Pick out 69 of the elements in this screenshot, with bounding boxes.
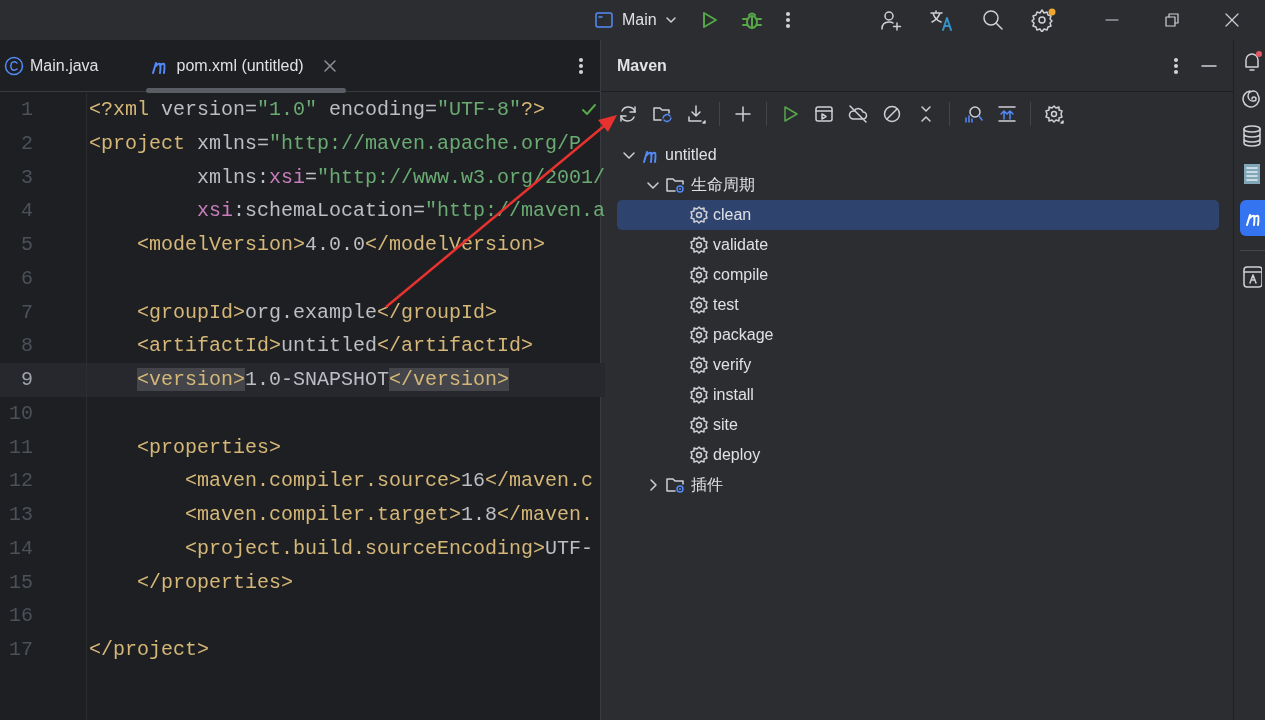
code-line: <project xmlns="http://maven.apache.org/P: [89, 130, 582, 157]
gear-icon: [689, 295, 709, 315]
line-number: 9: [20, 367, 33, 393]
chevron-down-icon: [664, 14, 677, 26]
folder-gear-icon: [665, 475, 687, 495]
gear-icon: [689, 205, 709, 225]
binary-icon[interactable]: [1242, 162, 1262, 186]
code-line: <maven.compiler.target>1.8</maven.: [184, 502, 594, 528]
code-line: <properties>: [136, 434, 282, 461]
close-icon[interactable]: [323, 59, 336, 72]
show-dependencies-icon[interactable]: [997, 104, 1017, 124]
tree-item[interactable]: deploy: [617, 440, 1219, 470]
offline-icon[interactable]: [848, 104, 868, 124]
tree-item[interactable]: package: [617, 320, 1219, 350]
window-icon: [594, 10, 614, 30]
tree-item[interactable]: clean: [617, 200, 1219, 230]
tree-item[interactable]: validate: [617, 230, 1219, 260]
analyze-icon[interactable]: [963, 104, 983, 124]
refresh-icon[interactable]: [618, 104, 638, 124]
tree-item[interactable]: test: [617, 290, 1219, 320]
folder-gear-icon: [665, 175, 687, 195]
more-icon[interactable]: [784, 10, 791, 30]
tree-item[interactable]: site: [617, 410, 1219, 440]
gear-icon: [689, 325, 709, 345]
maven-tool-button[interactable]: [1240, 200, 1265, 236]
panel-title: Maven: [617, 55, 667, 76]
gear-icon: [689, 265, 709, 285]
tree-item[interactable]: 插件: [617, 470, 1219, 500]
check-icon: [581, 101, 598, 118]
folder-sync-icon[interactable]: [652, 104, 672, 124]
code-line: <?xml version="1.0" encoding="UTF-8"?>: [89, 97, 546, 123]
add-user-icon[interactable]: [878, 8, 903, 32]
gear-icon: [689, 385, 709, 405]
download-icon[interactable]: [686, 104, 706, 124]
run-window-icon[interactable]: [814, 104, 834, 124]
code-line: </project>: [89, 637, 210, 663]
tree-item[interactable]: install: [617, 380, 1219, 410]
code-line: <artifactId>untitled</artifactId>: [136, 333, 534, 360]
restore-icon[interactable]: [1164, 13, 1179, 27]
bell-icon[interactable]: [1242, 50, 1262, 74]
editor-tab[interactable]: pom.xml (untitled): [146, 40, 346, 91]
run-config-selector[interactable]: Main: [594, 8, 677, 32]
code-line: <version>1.0-SNAPSHOT</version>: [136, 367, 510, 393]
gear-icon: [689, 415, 709, 435]
code-line: </properties>: [136, 569, 294, 596]
search-icon[interactable]: [980, 8, 1005, 32]
code-line: <maven.compiler.source>16</maven.c: [184, 468, 594, 495]
add-icon[interactable]: [733, 104, 753, 124]
tree-item[interactable]: verify: [617, 350, 1219, 380]
settings-icon[interactable]: [1030, 8, 1057, 32]
close-icon[interactable]: [1224, 13, 1239, 27]
translate-icon[interactable]: [928, 8, 955, 32]
code-line: <groupId>org.example</groupId>: [136, 299, 498, 326]
more-icon[interactable]: [1173, 55, 1179, 76]
text-window-icon[interactable]: [1242, 265, 1262, 289]
more-icon[interactable]: [578, 55, 584, 76]
settings-icon[interactable]: [1044, 104, 1064, 124]
tree-item[interactable]: compile: [617, 260, 1219, 290]
database-icon[interactable]: [1242, 124, 1262, 148]
tree-item[interactable]: 生命周期: [617, 170, 1219, 200]
skip-icon[interactable]: [882, 104, 902, 124]
gear-icon: [689, 445, 709, 465]
code-line: <project.build.sourceEncoding>UTF-: [184, 535, 594, 562]
spiral-icon[interactable]: [1242, 88, 1262, 110]
gear-icon: [689, 355, 709, 375]
class-icon: [4, 55, 24, 76]
editor-tab[interactable]: Main.java: [0, 40, 109, 91]
tree-item[interactable]: untitled: [617, 140, 1219, 170]
gear-icon: [689, 235, 709, 255]
